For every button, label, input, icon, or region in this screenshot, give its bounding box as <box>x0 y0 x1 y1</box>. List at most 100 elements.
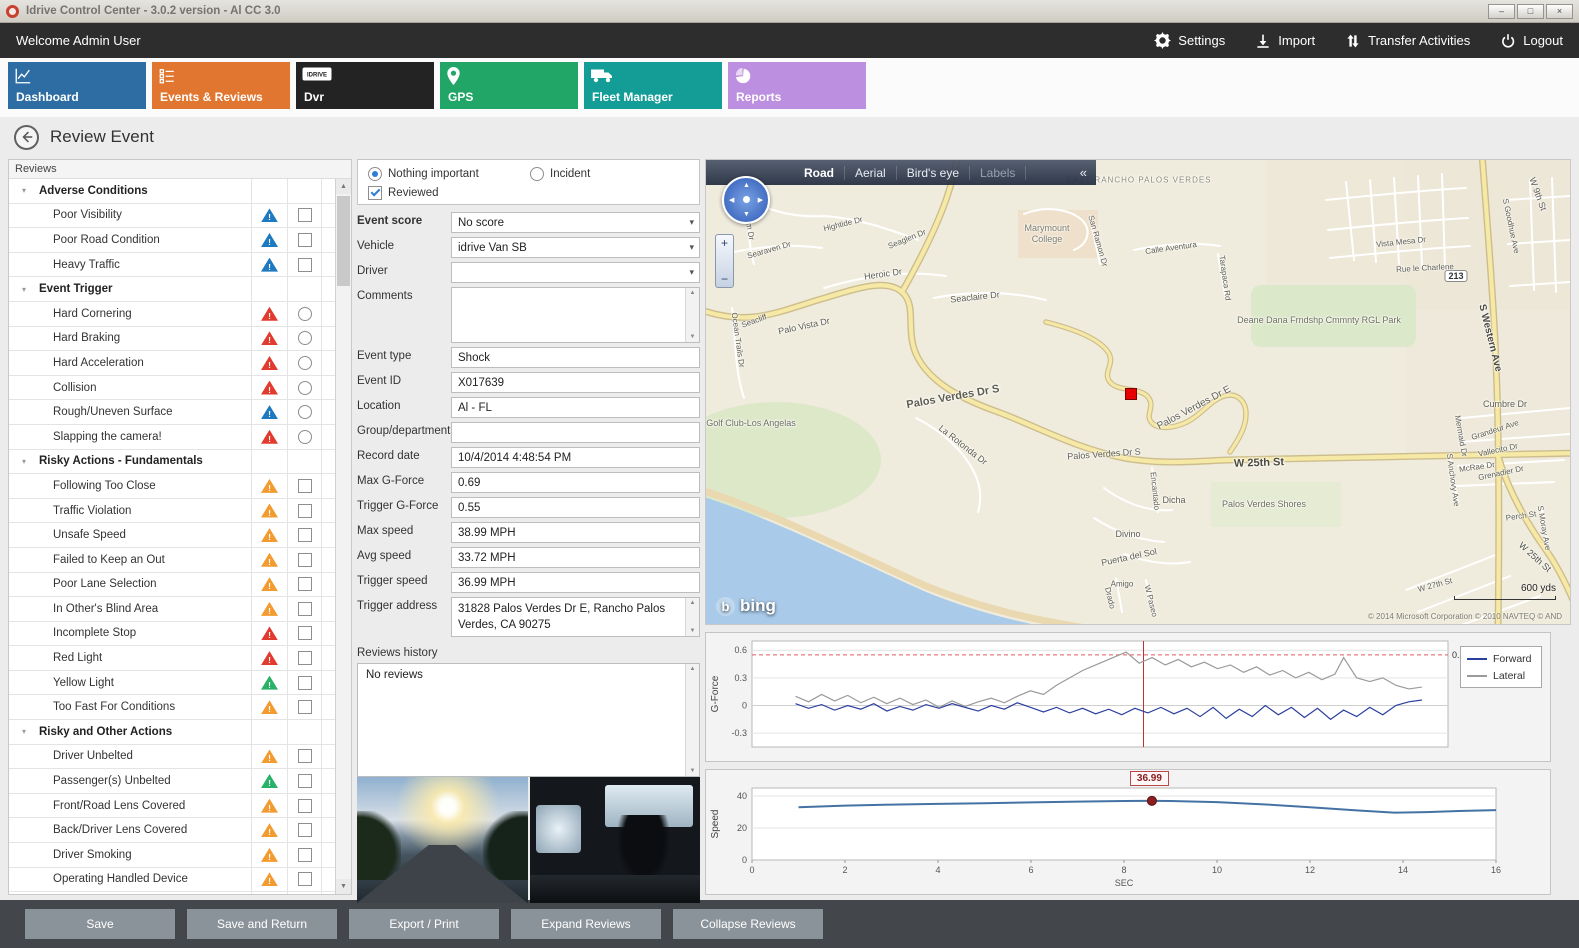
map-zoom-control[interactable]: + − <box>715 234 734 288</box>
scroll-up-icon[interactable]: ▲ <box>336 179 351 194</box>
review-checkbox[interactable] <box>298 799 312 813</box>
review-radio[interactable] <box>298 307 312 321</box>
radio-selected-icon[interactable] <box>368 167 382 181</box>
max_speed-field[interactable] <box>451 522 700 543</box>
pan-right-icon[interactable]: ▶ <box>758 197 763 204</box>
reviews-scrollbar[interactable]: ▲ ▼ <box>335 179 351 894</box>
review-checkbox[interactable] <box>298 651 312 665</box>
status-option-nothing-important[interactable]: Nothing important <box>368 167 530 181</box>
status-option-incident[interactable]: Incident <box>530 167 590 181</box>
expand-reviews-button[interactable]: Expand Reviews <box>511 909 661 939</box>
review-item-row[interactable]: Operating Handled Device! <box>9 868 335 893</box>
review-checkbox[interactable] <box>298 602 312 616</box>
vehicle-select[interactable]: idrive Van SB▾ <box>451 237 700 258</box>
map-compass-control[interactable]: ▲ ▼ ◀ ▶ <box>722 176 770 224</box>
tab-dvr[interactable]: IDRIVEDvr <box>296 62 434 109</box>
review-checkbox[interactable] <box>298 528 312 542</box>
scroll-track[interactable] <box>336 194 351 879</box>
forward-camera-thumbnail[interactable] <box>357 777 528 903</box>
zoom-out-icon[interactable]: − <box>721 272 728 286</box>
review-checkbox[interactable] <box>298 848 312 862</box>
comments-scrollbar[interactable]: ▲▼ <box>685 288 699 342</box>
bing-map[interactable]: EAST RANCHO PALOS VERDESMarymountCollege… <box>705 159 1571 625</box>
tab-gps[interactable]: GPS <box>440 62 578 109</box>
review-checkbox[interactable] <box>298 504 312 518</box>
review-item-row[interactable]: Hard Cornering! <box>9 302 335 327</box>
close-button[interactable]: × <box>1546 4 1573 19</box>
review-item-row[interactable]: Red Light! <box>9 646 335 671</box>
review-checkbox[interactable] <box>298 823 312 837</box>
review-item-row[interactable]: Poor Road Condition! <box>9 228 335 253</box>
review-item-row[interactable]: Too Fast For Conditions! <box>9 695 335 720</box>
review-item-row[interactable]: Front/Road Lens Covered! <box>9 794 335 819</box>
event_id-field[interactable] <box>451 372 700 393</box>
review-group-row[interactable]: ▾Event Trigger <box>9 277 335 302</box>
location-field[interactable] <box>451 397 700 418</box>
tab-events[interactable]: Events & Reviews <box>152 62 290 109</box>
trigger_address-field[interactable]: 31828 Palos Verdes Dr E, Rancho Palos Ve… <box>452 598 685 636</box>
review-item-row[interactable]: Poor Visibility! <box>9 204 335 229</box>
review-item-row[interactable]: Yellow Light! <box>9 671 335 696</box>
review-radio[interactable] <box>298 430 312 444</box>
review-item-row[interactable]: Slapping the camera!! <box>9 425 335 450</box>
reviews-history-box[interactable]: No reviews ▲▼ <box>357 663 700 777</box>
review-item-row[interactable]: Rough/Uneven Surface! <box>9 400 335 425</box>
review-checkbox[interactable] <box>298 872 312 886</box>
trigger_g_force-field[interactable] <box>451 497 700 518</box>
review-item-row[interactable]: ! <box>9 892 335 894</box>
review-item-row[interactable]: Hard Acceleration! <box>9 351 335 376</box>
review-item-row[interactable]: Collision! <box>9 376 335 401</box>
review-item-row[interactable]: Heavy Traffic! <box>9 253 335 278</box>
collapse-arrow-icon[interactable]: ▾ <box>9 186 39 195</box>
trigger_address-scrollbar[interactable]: ▲▼ <box>685 598 699 636</box>
review-item-row[interactable]: Passenger(s) Unbelted! <box>9 769 335 794</box>
review-radio[interactable] <box>298 331 312 345</box>
pan-up-icon[interactable]: ▲ <box>743 182 750 189</box>
event-location-marker[interactable] <box>1125 388 1137 400</box>
review-checkbox[interactable] <box>298 258 312 272</box>
avg_speed-field[interactable] <box>451 547 700 568</box>
review-checkbox[interactable] <box>298 208 312 222</box>
collapse-arrow-icon[interactable]: ▾ <box>9 727 39 736</box>
record_date-field[interactable] <box>451 447 700 468</box>
review-radio[interactable] <box>298 405 312 419</box>
tab-fleet[interactable]: Fleet Manager <box>584 62 722 109</box>
review-checkbox[interactable] <box>298 749 312 763</box>
review-item-row[interactable]: Hard Braking! <box>9 327 335 352</box>
tab-dashboard[interactable]: Dashboard <box>8 62 146 109</box>
event_score-select[interactable]: No score▾ <box>451 212 700 233</box>
event_type-field[interactable] <box>451 347 700 368</box>
driver-select[interactable]: ▾ <box>451 262 700 283</box>
review-item-row[interactable]: Traffic Violation! <box>9 499 335 524</box>
review-item-row[interactable]: Poor Lane Selection! <box>9 573 335 598</box>
review-item-row[interactable]: Failed to Keep an Out! <box>9 548 335 573</box>
review-checkbox[interactable] <box>298 553 312 567</box>
logout-button[interactable]: Logout <box>1500 33 1563 49</box>
map-view-bird-s-eye[interactable]: Bird's eye <box>897 166 970 180</box>
comments-field[interactable] <box>452 288 685 342</box>
review-item-row[interactable]: Driver Smoking! <box>9 843 335 868</box>
max_g_force-field[interactable] <box>451 472 700 493</box>
review-item-row[interactable]: Following Too Close! <box>9 474 335 499</box>
map-view-aerial[interactable]: Aerial <box>845 166 897 180</box>
review-checkbox[interactable] <box>298 626 312 640</box>
review-item-row[interactable]: Back/Driver Lens Covered! <box>9 818 335 843</box>
review-group-row[interactable]: ▾Adverse Conditions <box>9 179 335 204</box>
maximize-button[interactable]: □ <box>1517 4 1544 19</box>
review-checkbox[interactable] <box>298 774 312 788</box>
review-item-row[interactable]: Driver Unbelted! <box>9 745 335 770</box>
save-and-return-button[interactable]: Save and Return <box>187 909 337 939</box>
transfer-button[interactable]: Transfer Activities <box>1345 33 1470 49</box>
reviews-history-scrollbar[interactable]: ▲▼ <box>685 664 699 776</box>
driver-camera-thumbnail[interactable] <box>530 777 701 903</box>
review-checkbox[interactable] <box>298 700 312 714</box>
collapse-reviews-button[interactable]: Collapse Reviews <box>673 909 823 939</box>
review-checkbox[interactable] <box>298 676 312 690</box>
reviewed-checkbox-option[interactable]: Reviewed <box>368 186 439 200</box>
pan-down-icon[interactable]: ▼ <box>743 211 750 218</box>
settings-button[interactable]: Settings <box>1154 32 1225 49</box>
group_department-field[interactable] <box>451 422 700 443</box>
map-toolbar-collapse-icon[interactable]: « <box>1071 165 1096 180</box>
review-group-row[interactable]: ▾Risky and Other Actions <box>9 720 335 745</box>
export-print-button[interactable]: Export / Print <box>349 909 499 939</box>
